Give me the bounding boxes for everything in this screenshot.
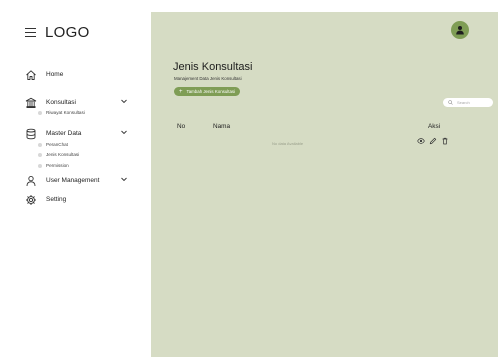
sidebar-subitem-label: Jenis Konsultasi [46, 152, 80, 157]
delete-icon[interactable] [440, 136, 449, 145]
sidebar-item-setting[interactable]: Setting [24, 193, 66, 206]
column-header-nama: Nama [213, 123, 231, 130]
chevron-down-icon[interactable] [120, 97, 128, 105]
add-jenis-konsultasi-button[interactable]: + Tambah Jenis Konsultasi [174, 87, 241, 96]
logo-row: LOGO [25, 24, 90, 41]
edit-icon[interactable] [428, 136, 437, 145]
sidebar: LOGO Home Konsultasi Riwayat Konsultasi … [0, 0, 151, 357]
column-header-no: No [177, 123, 186, 130]
chevron-down-icon[interactable] [120, 128, 128, 136]
page-subtitle: Manajement Data Jenis Konsultasi [174, 76, 242, 81]
home-icon [24, 68, 37, 81]
chevron-down-icon[interactable] [120, 175, 128, 183]
sidebar-item-label: Setting [46, 196, 67, 203]
sidebar-subitem-permission[interactable]: Permission [38, 163, 69, 168]
plus-icon: + [179, 88, 183, 95]
sidebar-item-label: Master Data [46, 130, 82, 137]
sidebar-subitem-riwayat-konsultasi[interactable]: Riwayat Konsultasi [38, 110, 85, 115]
sidebar-subitem-label: PeranChat [46, 142, 68, 147]
user-icon [24, 174, 37, 187]
main-content: Jenis Konsultasi Manajement Data Jenis K… [151, 12, 498, 357]
sidebar-item-master-data[interactable]: Master Data [24, 127, 127, 140]
empty-table-message: No data Available [272, 141, 304, 146]
sidebar-item-label: Konsultasi [46, 99, 76, 106]
bullet-icon [38, 110, 42, 115]
bullet-icon [38, 152, 42, 157]
bank-icon [24, 96, 37, 109]
search-icon [448, 100, 453, 105]
search-input[interactable]: Search [443, 98, 493, 107]
database-icon [24, 127, 37, 140]
sidebar-item-user-management[interactable]: User Management [24, 174, 127, 187]
search-placeholder: Search [457, 100, 470, 105]
sidebar-subitem-label: Riwayat Konsultasi [46, 110, 85, 115]
hamburger-menu-icon[interactable] [25, 28, 36, 37]
bullet-icon [38, 163, 42, 168]
gear-icon [24, 193, 37, 206]
sidebar-item-label: User Management [46, 177, 100, 184]
add-button-label: Tambah Jenis Konsultasi [186, 89, 236, 94]
sidebar-subitem-jenis-konsultasi[interactable]: Jenis Konsultasi [38, 152, 79, 157]
sidebar-subitem-label: Permission [46, 163, 69, 168]
user-avatar-icon [456, 26, 464, 35]
sidebar-item-home[interactable]: Home [24, 68, 63, 81]
avatar[interactable] [451, 21, 469, 39]
view-icon[interactable] [416, 136, 425, 145]
logo: LOGO [45, 24, 90, 41]
page-title: Jenis Konsultasi [173, 61, 253, 73]
sidebar-subitem-peranchat[interactable]: PeranChat [38, 142, 68, 147]
row-actions [416, 136, 452, 145]
sidebar-item-label: Home [46, 71, 64, 78]
sidebar-item-konsultasi[interactable]: Konsultasi [24, 96, 127, 109]
bullet-icon [38, 142, 42, 147]
column-header-aksi: Aksi [428, 123, 441, 130]
